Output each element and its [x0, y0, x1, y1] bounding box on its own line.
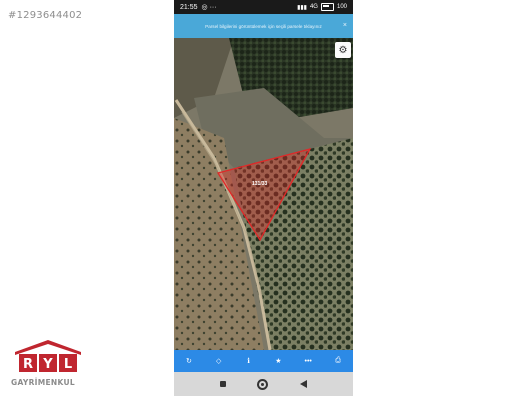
status-time: 21:55 — [180, 3, 198, 11]
signal-icon: ▮▮▮ — [297, 4, 307, 11]
info-icon[interactable]: ℹ — [242, 354, 256, 368]
print-icon[interactable]: ⎙ — [331, 354, 345, 368]
close-icon[interactable]: × — [343, 22, 347, 29]
settings-button[interactable]: ⚙ — [335, 42, 351, 58]
info-banner: Parsel bilgilerini görüntülemek için seç… — [174, 14, 353, 38]
phone-screenshot: 21:55 ◎ ··· ▮▮▮ 4G 100 Parsel bilgilerin… — [174, 0, 353, 396]
notification-icon: ◎ ··· — [201, 4, 217, 11]
back-icon[interactable] — [300, 380, 308, 388]
svg-text:Y: Y — [42, 357, 53, 372]
svg-text:L: L — [64, 357, 72, 372]
listing-id: #1293644402 — [8, 10, 83, 21]
satellite-map[interactable]: ⚙ 131/33 — [174, 38, 353, 350]
gear-icon: ⚙ — [338, 44, 348, 56]
more-icon[interactable]: ••• — [301, 354, 315, 368]
banner-text: Parsel bilgilerini görüntülemek için seç… — [205, 23, 322, 29]
star-icon[interactable]: ★ — [271, 354, 285, 368]
recent-apps-icon[interactable] — [219, 381, 226, 387]
map-canvas — [174, 38, 353, 350]
network-type: 4G — [309, 4, 318, 10]
refresh-icon[interactable]: ↻ — [182, 354, 196, 368]
locate-icon[interactable]: ◇ — [212, 354, 226, 368]
battery-level: 100 — [336, 4, 347, 10]
status-bar: 21:55 ◎ ··· ▮▮▮ 4G 100 — [174, 0, 353, 14]
logo-text: GAYRİMENKUL — [11, 378, 75, 387]
battery-icon — [320, 3, 334, 11]
parcel-label: 131/33 — [252, 181, 268, 187]
svg-text:R: R — [23, 357, 33, 372]
home-icon[interactable] — [257, 378, 269, 390]
android-nav-bar — [174, 372, 353, 396]
map-toolbar: ↻ ◇ ℹ ★ ••• ⎙ — [174, 350, 353, 372]
